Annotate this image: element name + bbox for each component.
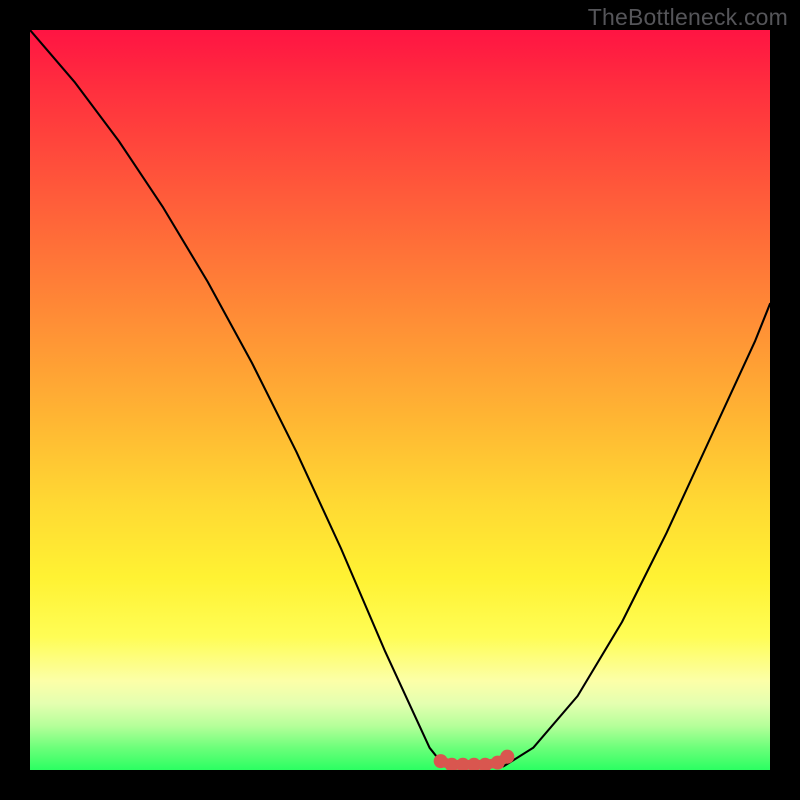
bottleneck-curve — [30, 30, 770, 766]
watermark-text: TheBottleneck.com — [588, 4, 788, 31]
floor-marker — [500, 750, 514, 764]
floor-markers-group — [434, 750, 515, 770]
curve-layer — [30, 30, 770, 770]
plot-area — [30, 30, 770, 770]
chart-frame: TheBottleneck.com — [0, 0, 800, 800]
